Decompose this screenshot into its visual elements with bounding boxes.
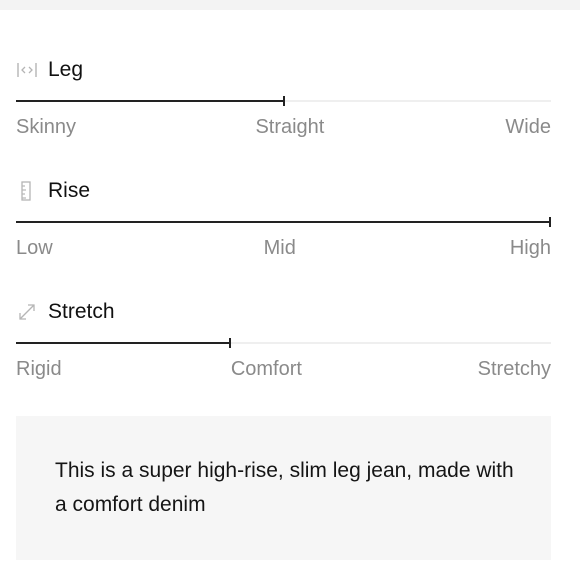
attribute-header: Stretch [16, 297, 551, 327]
scale-label-mid: Comfort [230, 358, 302, 380]
expand-arrows-icon [16, 301, 38, 323]
scale-label-min: Skinny [16, 116, 77, 138]
scale-label-mid: Straight [255, 116, 325, 138]
attribute-header: Leg [16, 55, 551, 85]
scale-label-min: Low [16, 237, 53, 259]
scale-labels: Rigid Comfort Stretchy [16, 358, 551, 382]
fit-description-panel: This is a super high-rise, slim leg jean… [16, 416, 551, 560]
fit-scale-track [16, 217, 551, 227]
attribute-title: Stretch [48, 300, 115, 323]
leg-width-icon [16, 59, 38, 81]
track-fill [16, 221, 551, 223]
track-marker [549, 217, 551, 227]
track-fill [16, 100, 284, 102]
fit-attribute-stretch: Stretch Rigid Comfort Stretchy [16, 297, 551, 382]
attribute-header: Rise [16, 176, 551, 206]
fit-description-text: This is a super high-rise, slim leg jean… [55, 459, 514, 516]
scale-labels: Low Mid High [16, 237, 551, 261]
ruler-icon [16, 180, 38, 202]
scale-label-max: Wide [505, 116, 551, 138]
track-fill [16, 342, 230, 344]
scale-label-max: High [509, 237, 551, 259]
fit-scale-track [16, 338, 551, 348]
track-marker [282, 96, 285, 106]
scale-labels: Skinny Straight Wide [16, 116, 551, 140]
attribute-title: Leg [48, 58, 84, 81]
scale-label-mid: Mid [263, 237, 296, 259]
scale-label-max: Stretchy [477, 358, 551, 380]
attribute-title: Rise [48, 179, 91, 202]
fit-attribute-rise: Rise Low Mid High [16, 176, 551, 261]
track-marker [229, 338, 231, 348]
fit-scale-track [16, 96, 551, 106]
fit-attribute-leg: Leg Skinny Straight Wide [16, 55, 551, 140]
top-divider-strip [0, 0, 580, 10]
scale-label-min: Rigid [16, 358, 62, 380]
